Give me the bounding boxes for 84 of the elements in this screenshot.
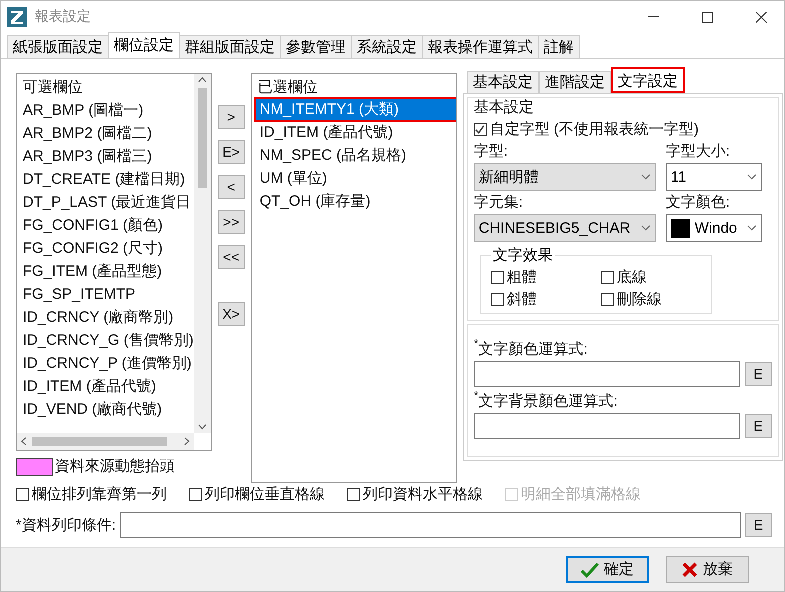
group-title: 文字效果 (490, 246, 555, 265)
font-dropdown[interactable]: 新細明體 (474, 163, 656, 191)
scrollbar-thumb[interactable] (32, 437, 167, 446)
list-item[interactable]: ID_CRNCY_P (進價幣別) (23, 352, 192, 375)
tab[interactable]: 紙張版面設定 (7, 35, 109, 58)
dropdown-caret-icon (640, 174, 651, 180)
list-item[interactable]: ID_VEND (廠商代號) (23, 398, 162, 421)
field-label: 字型: (474, 142, 510, 161)
list-item[interactable]: FG_CONFIG1 (顏色) (23, 214, 164, 237)
tab[interactable]: 報表操作運算式 (422, 35, 539, 58)
checkmark-icon (475, 124, 486, 134)
maximize-icon[interactable] (702, 12, 712, 22)
tab[interactable]: 基本設定 (466, 71, 539, 93)
transfer-button[interactable]: > (218, 105, 245, 129)
option-checkbox[interactable]: 列印欄位垂直格線 (189, 485, 325, 504)
scroll-left-icon[interactable] (20, 437, 28, 446)
tab[interactable]: 群組版面設定 (179, 35, 281, 58)
field-label: $^{*}$文字顏色運算式: (474, 337, 589, 359)
tab[interactable]: 系統設定 (351, 35, 423, 58)
option-checkbox[interactable]: 列印資料水平格線 (347, 485, 483, 504)
horizontal-scrollbar[interactable] (17, 433, 194, 450)
list-item[interactable]: FG_SP_ITEMTP (23, 283, 136, 306)
list-header: 已選欄位 (258, 78, 318, 98)
field-label: *資料列印條件: (16, 516, 116, 534)
cancel-button[interactable]: 放棄 (666, 556, 749, 583)
dropdown-caret-icon (746, 225, 757, 231)
close-icon[interactable] (756, 12, 766, 22)
list-item[interactable]: AR_BMP2 (圖檔二) (23, 122, 152, 145)
list-item[interactable]: DT_P_LAST (最近進貨日 (23, 191, 192, 214)
transfer-button[interactable]: X> (218, 302, 245, 326)
tab[interactable]: 參數管理 (280, 35, 352, 58)
scroll-right-icon[interactable] (182, 437, 191, 446)
list-item[interactable]: ID_ITEM (產品代號) (23, 375, 156, 398)
transfer-button[interactable]: << (218, 245, 245, 269)
window-title: 報表設定 (35, 8, 92, 26)
effect-checkbox[interactable]: 斜體 (490, 290, 601, 309)
transfer-button[interactable]: < (218, 175, 245, 199)
minimize-icon[interactable] (648, 16, 658, 18)
custom-font-checkbox[interactable]: 自定字型 (不使用報表統一字型) (474, 120, 772, 139)
effect-checkbox[interactable]: 底線 (600, 268, 701, 287)
legend-label: 資料來源動態抬頭 (55, 457, 175, 476)
group-title: 基本設定 (474, 98, 535, 117)
tab[interactable]: 進階設定 (538, 71, 611, 93)
dropdown-caret-icon (746, 174, 757, 180)
font-size-dropdown[interactable]: 11 (666, 163, 762, 191)
list-item[interactable]: ID_CRNCY (廠商幣別) (23, 306, 174, 329)
list-item[interactable]: NM_ITEMTY1 (大類) (256, 99, 456, 120)
field-label: 文字顏色: (666, 193, 732, 212)
text-color-dropdown[interactable]: Windo (666, 214, 762, 242)
transfer-button[interactable]: E> (218, 140, 245, 164)
list-item[interactable]: QT_OH (庫存量) (256, 191, 456, 212)
effect-checkbox[interactable]: 刪除線 (600, 290, 701, 309)
list-item[interactable]: DT_CREATE (建檔日期) (23, 168, 186, 191)
confirm-button[interactable]: 確定 (566, 556, 649, 583)
list-item[interactable]: ID_CRNCY_G (售價幣別) (23, 329, 194, 352)
list-item[interactable]: ID_ITEM (產品代號) (256, 122, 456, 143)
list-item[interactable]: FG_CONFIG2 (尺寸) (23, 237, 164, 260)
expression-field[interactable] (474, 361, 740, 387)
transfer-button[interactable]: >> (218, 210, 245, 234)
checkmark-icon (581, 562, 599, 578)
list-item[interactable]: NM_SPEC (品名規格) (256, 145, 456, 166)
option-checkbox[interactable]: 欄位排列靠齊第一列 (16, 485, 167, 504)
tab[interactable]: 文字設定 (610, 67, 685, 93)
condition-field[interactable] (120, 512, 741, 538)
list-item[interactable]: UM (單位) (256, 168, 456, 189)
edit-button[interactable]: E (744, 362, 772, 386)
list-header: 可選欄位 (23, 78, 83, 98)
list-item[interactable]: AR_BMP3 (圖檔三) (23, 145, 152, 168)
list-item[interactable]: AR_BMP (圖檔一) (23, 99, 144, 122)
edit-button[interactable]: E (745, 513, 772, 537)
edit-button[interactable]: E (744, 414, 772, 438)
app-logo-icon (7, 7, 27, 27)
dropdown-caret-icon (640, 225, 651, 231)
field-label: 字元集: (474, 193, 524, 212)
field-label: $^{*}$文字背景顏色運算式: (474, 389, 619, 411)
vertical-scrollbar[interactable] (194, 74, 211, 433)
scrollbar-thumb[interactable] (198, 88, 207, 188)
field-label: 字型大小: (666, 142, 732, 161)
charset-dropdown[interactable]: CHINESEBIG5_CHAR (474, 214, 656, 242)
effect-checkbox[interactable]: 粗體 (490, 268, 601, 287)
close-icon (682, 562, 698, 578)
expression-field[interactable] (474, 413, 740, 439)
tab[interactable]: 註解 (538, 35, 580, 58)
list-item[interactable]: FG_ITEM (產品型態) (23, 260, 162, 283)
